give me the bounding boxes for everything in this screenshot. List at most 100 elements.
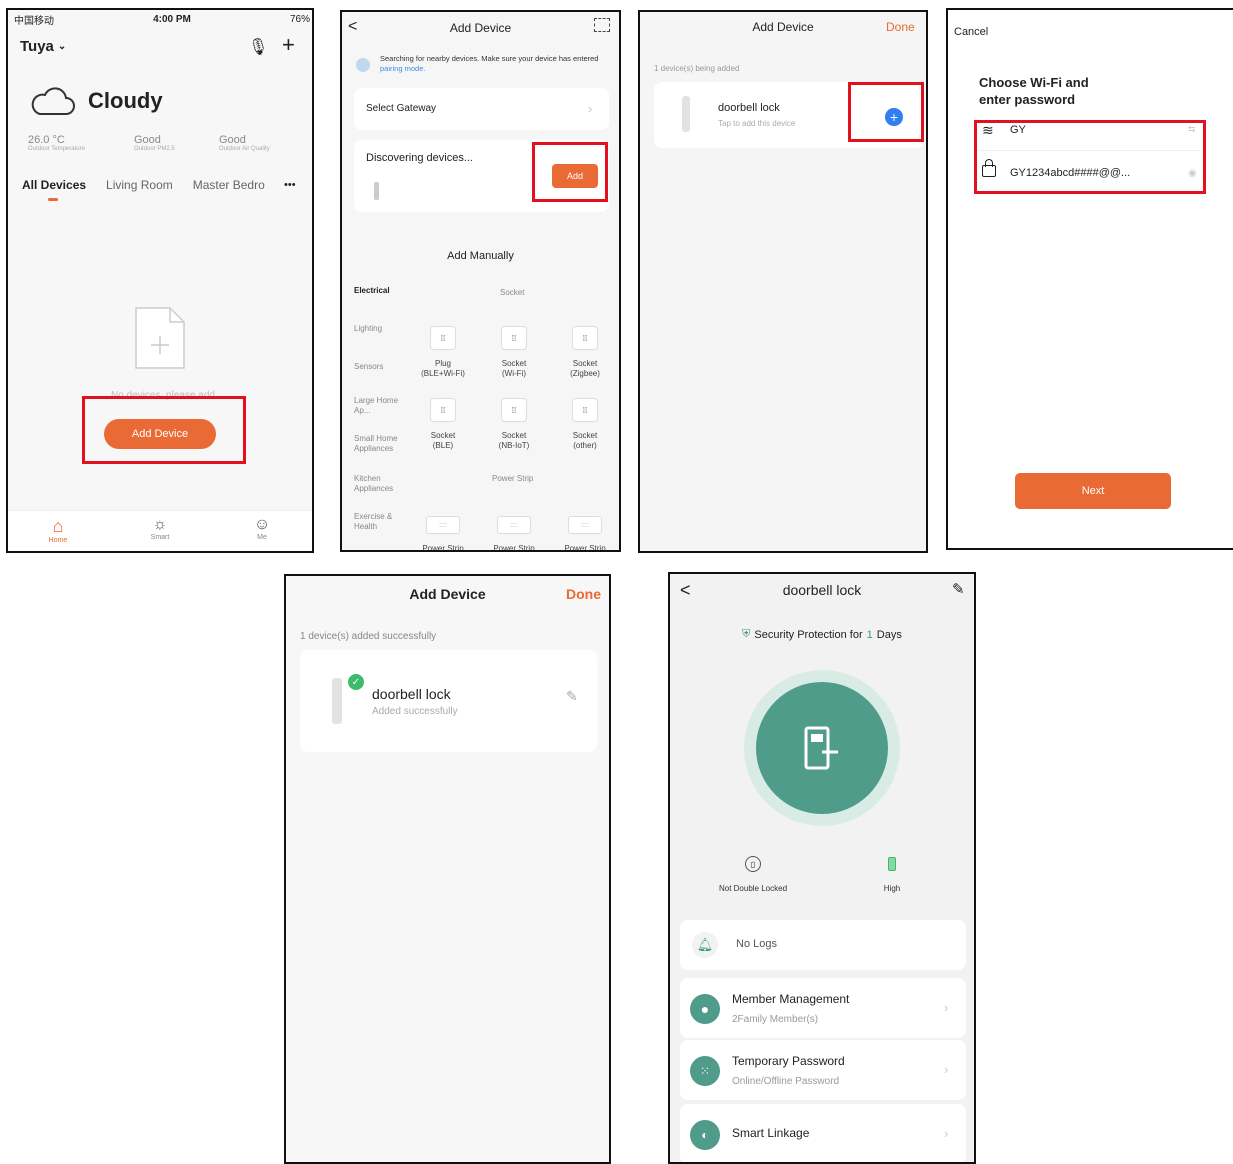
socket-zigbee[interactable]: ⁞⁞	[572, 326, 598, 350]
more-tabs-icon[interactable]: •••	[284, 179, 296, 191]
screen-added: Add Device Done 1 device(s) added succes…	[284, 574, 611, 1164]
home-selector[interactable]: Tuya ⌄	[20, 38, 66, 55]
manual-section-title: Add Manually	[447, 250, 514, 262]
menu-temporary-password[interactable]: ⁙ Temporary Password Online/Offline Pass…	[680, 1040, 966, 1100]
user-icon: ☺	[253, 516, 271, 533]
highlight-plus	[848, 82, 924, 142]
chevron-right-icon: ›	[944, 1062, 949, 1077]
device-name: doorbell lock	[718, 102, 780, 114]
search-banner: Searching for nearby devices. Make sure …	[380, 54, 599, 73]
strip-label: Power Strip	[493, 544, 535, 552]
socket-label: Socket (other)	[572, 431, 598, 450]
socket-nbiot[interactable]: ⁞⁞	[501, 398, 527, 422]
tab-all-devices[interactable]: All Devices	[22, 178, 86, 192]
device-count: 1 device(s) added successfully	[300, 631, 437, 642]
screen-home: 中国移动 4:00 PM 76% Tuya ⌄ 🎙 + Cloudy 26.0 …	[6, 8, 314, 553]
power-strip-2[interactable]: ::::	[497, 516, 531, 534]
socket-other[interactable]: ⁞⁞	[572, 398, 598, 422]
chevron-right-icon: ›	[944, 1126, 949, 1141]
category-exercise[interactable]: Exercise & Health	[354, 512, 404, 532]
nav-smart[interactable]: ☼ Smart	[140, 516, 180, 541]
toggle-icon: ◐	[690, 1120, 720, 1150]
bell-icon: 🔔︎	[692, 932, 718, 958]
section-power-strip: Power Strip	[492, 474, 534, 483]
cloud-icon	[31, 87, 75, 115]
chevron-right-icon: ›	[944, 1000, 949, 1015]
nav-me[interactable]: ☺ Me	[242, 516, 282, 541]
category-lighting[interactable]: Lighting	[354, 324, 400, 333]
next-button[interactable]: Next	[1015, 473, 1171, 509]
lock-device-icon	[682, 96, 690, 132]
page-title: Add Device	[409, 586, 486, 602]
wifi-heading: Choose Wi-Fi and enter password	[979, 75, 1089, 107]
member-icon: ●	[690, 994, 720, 1024]
device-sub: Tap to add this device	[718, 119, 796, 128]
power-strip-3[interactable]: ::::	[568, 516, 602, 534]
lock-device-icon	[374, 182, 379, 200]
weather: Cloudy	[28, 84, 163, 118]
stat-air: Good Outdoor Air Quality	[219, 134, 270, 152]
select-gateway-row[interactable]: Select Gateway ›	[354, 88, 609, 130]
bluetooth-search-icon	[356, 58, 370, 72]
page-title: Add Device	[752, 20, 814, 34]
device-row[interactable]: ✓ doorbell lock Added successfully ✎	[300, 650, 597, 752]
shield-icon: ⛨	[742, 628, 751, 640]
home-name: Tuya	[20, 38, 54, 55]
done-button[interactable]: Done	[886, 20, 915, 34]
empty-file-icon	[135, 307, 185, 369]
done-button[interactable]: Done	[566, 586, 601, 602]
room-tabs: All Devices Living Room Master Bedro	[22, 178, 265, 192]
category-large-home[interactable]: Large Home Ap...	[354, 396, 400, 416]
tab-master-bedroom[interactable]: Master Bedro	[193, 178, 265, 192]
menu-smart-linkage[interactable]: ◐ Smart Linkage ›	[680, 1104, 966, 1162]
status-carrier: 中国移动	[14, 16, 54, 27]
highlight-add-button	[532, 142, 608, 202]
screen-device-found: Add Device Done 1 device(s) being added …	[638, 10, 928, 553]
screen-add-device: < Add Device Searching for nearby device…	[340, 10, 621, 552]
power-strip-1[interactable]: ::::	[426, 516, 460, 534]
socket-wifi[interactable]: ⁞⁞	[501, 326, 527, 350]
edit-icon[interactable]: ✎	[566, 688, 578, 705]
menu-member-management[interactable]: ● Member Management 2Family Member(s) ›	[680, 978, 966, 1038]
socket-label: Socket (Wi-Fi)	[501, 359, 527, 378]
stat-temp: 26.0 °C Outdoor Temperature	[28, 134, 85, 152]
pairing-mode-link[interactable]: pairing mode.	[380, 64, 425, 73]
tab-indicator	[48, 198, 58, 201]
strip-label: Power Strip	[422, 544, 464, 552]
status-battery: 76%	[289, 14, 310, 25]
socket-ble[interactable]: ⁞⁞	[430, 398, 456, 422]
battery-label: High	[883, 884, 901, 893]
unlock-button[interactable]	[756, 682, 888, 814]
chevron-right-icon: ›	[588, 101, 593, 116]
socket-label: Plug (BLE+Wi-Fi)	[421, 359, 465, 378]
nav-home[interactable]: ⌂ Home	[38, 516, 78, 544]
edit-icon[interactable]: ✎	[952, 580, 965, 598]
page-title: doorbell lock	[782, 582, 862, 598]
highlight-wifi-fields	[974, 120, 1206, 194]
battery-icon	[888, 857, 896, 871]
weather-text: Cloudy	[88, 88, 163, 113]
socket-label: Socket (BLE)	[430, 431, 456, 450]
security-line: ⛨ Security Protection for 1 Days	[742, 628, 902, 641]
plus-icon[interactable]: +	[282, 32, 295, 58]
chevron-down-icon: ⌄	[57, 41, 67, 52]
device-count: 1 device(s) being added	[654, 64, 740, 73]
stat-pm25: Good Outdoor PM2.5	[134, 134, 175, 152]
category-electrical[interactable]: Electrical	[354, 286, 400, 295]
category-small-home[interactable]: Small Home Appliances	[354, 434, 404, 454]
socket-plug-ble-wifi[interactable]: ⁞⁞	[430, 326, 456, 350]
category-sensors[interactable]: Sensors	[354, 362, 400, 371]
logs-row[interactable]: 🔔︎ No Logs	[680, 920, 966, 970]
category-kitchen[interactable]: Kitchen Appliances	[354, 474, 404, 494]
home-icon: ⌂	[52, 516, 64, 536]
tab-living-room[interactable]: Living Room	[106, 178, 173, 192]
scan-icon[interactable]	[594, 18, 610, 32]
double-lock-icon: ▯	[745, 856, 761, 872]
lock-device-icon	[332, 678, 342, 724]
status-time: 4:00 PM	[153, 14, 191, 25]
highlight-add-device	[82, 396, 246, 464]
page-title: Add Device	[449, 21, 512, 35]
socket-label: Socket (NB-IoT)	[498, 431, 530, 450]
cancel-button[interactable]: Cancel	[954, 26, 988, 38]
mic-icon[interactable]: 🎙	[248, 37, 268, 57]
